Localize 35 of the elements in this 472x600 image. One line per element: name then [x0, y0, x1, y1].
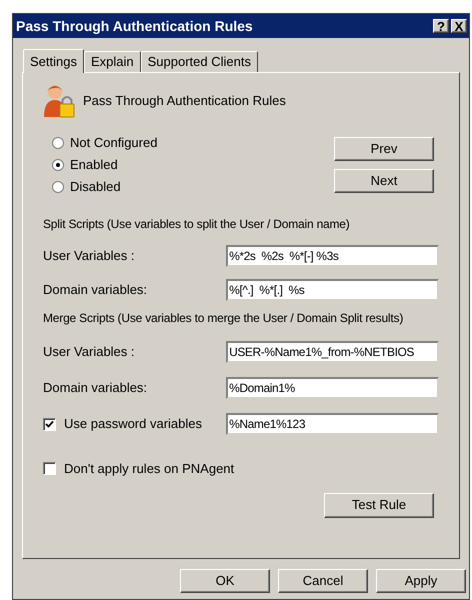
input-field[interactable]: %Name1%123	[226, 413, 439, 435]
policy-title: Pass Through Authentication Rules	[83, 92, 286, 110]
field-label: Use password variables	[64, 415, 202, 434]
checkbox[interactable]	[43, 462, 56, 476]
field-label: Domain variables:	[43, 281, 148, 300]
window-title: Pass Through Authentication Rules	[16, 16, 254, 36]
help-button[interactable]: ?	[433, 19, 449, 33]
dialog-button[interactable]: Apply	[376, 569, 466, 593]
section-heading: Split Scripts (Use variables to split the User / Domain name)	[43, 216, 350, 233]
field-label: User Variables :	[43, 247, 136, 266]
checkbox-label: Don't apply rules on PNAgent	[64, 460, 234, 478]
user-lock-icon	[43, 83, 77, 119]
field-label: User Variables :	[43, 343, 135, 362]
dialog-button[interactable]: OK	[180, 569, 270, 593]
test-rule-button[interactable]: Test Rule	[324, 492, 434, 518]
input-field[interactable]: %Domain1%	[226, 377, 439, 399]
tab[interactable]: Explain	[84, 51, 141, 72]
nav-button[interactable]: Next	[334, 169, 434, 193]
radio-button[interactable]	[52, 181, 64, 193]
checkbox[interactable]	[43, 418, 56, 430]
close-button[interactable]: X	[451, 19, 467, 33]
section-heading: Merge Scripts (Use variables to merge the User / Domain Split results)	[43, 310, 404, 327]
input-field[interactable]: %*2s %2s %*[-] %3s	[226, 245, 439, 267]
nav-button[interactable]: Prev	[334, 137, 434, 161]
tab[interactable]: Settings	[23, 49, 84, 73]
radio-label: Disabled	[70, 178, 121, 196]
input-field[interactable]: %[^.] %*[.] %s	[226, 279, 439, 301]
dialog-button[interactable]: Cancel	[278, 569, 368, 593]
input-field[interactable]: USER-%Name1%_from-%NETBIOS	[226, 341, 439, 363]
field-label: Domain variables:	[43, 379, 148, 398]
radio-button[interactable]	[52, 137, 64, 149]
radio-label: Not Configured	[70, 134, 158, 152]
radio-label: Enabled	[70, 156, 118, 174]
tab[interactable]: Supported Clients	[140, 51, 258, 72]
radio-button[interactable]	[52, 159, 64, 171]
